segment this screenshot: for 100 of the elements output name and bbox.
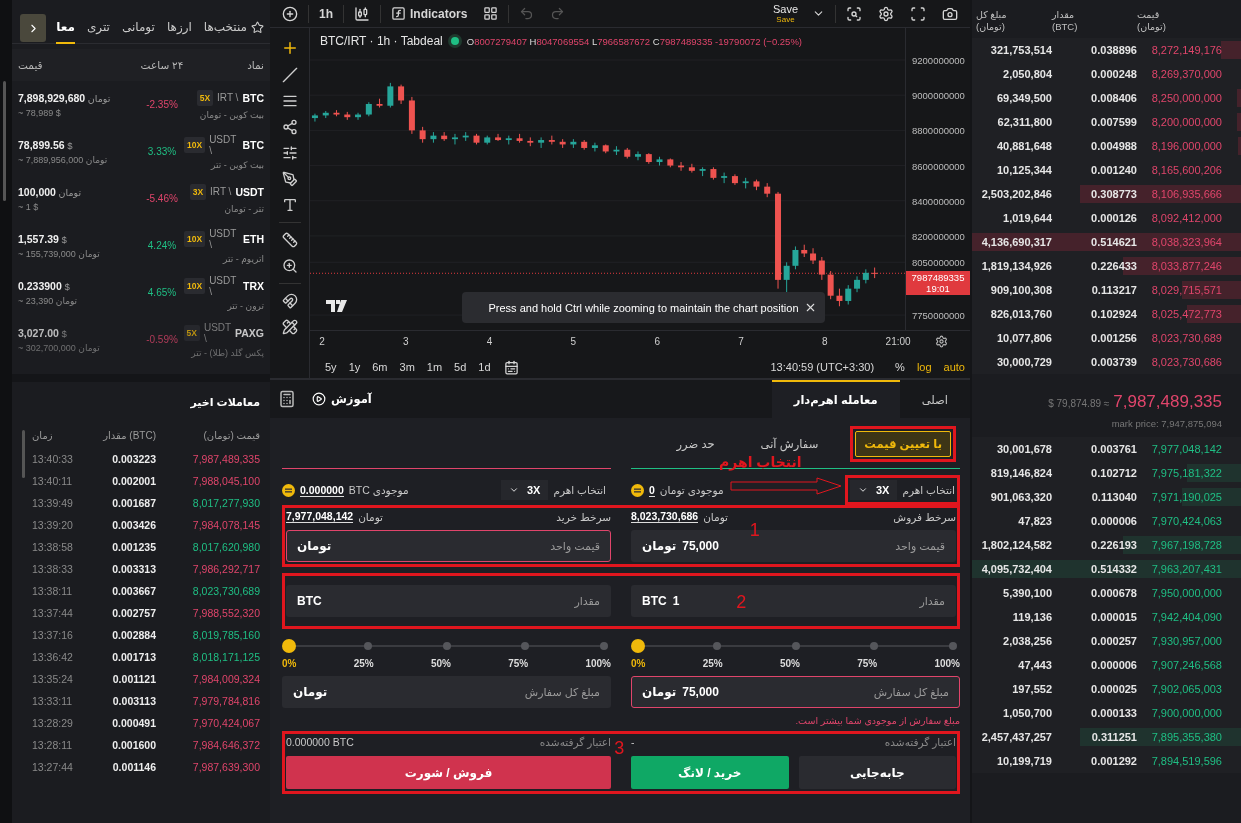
trade-price: 7,988,045,100 <box>191 475 260 487</box>
candle <box>570 138 577 149</box>
trade-mode-tab[interactable]: اصلی <box>899 380 970 418</box>
sell-button[interactable]: فروش / شورت <box>286 756 611 789</box>
total-field[interactable]: مبلغ کل سفارش تومان <box>282 676 611 708</box>
field-label: مبلغ کل سفارش <box>524 685 600 699</box>
order-amount: 0.226193 <box>1090 539 1137 551</box>
slider-step-dot[interactable] <box>521 642 530 650</box>
range-button[interactable]: 1y <box>343 361 366 373</box>
scale-option[interactable]: log <box>911 361 937 373</box>
change-percent: 4.65% <box>146 287 178 298</box>
column-header: قیمت <box>18 59 44 71</box>
play-icon <box>312 392 326 406</box>
candle <box>398 84 405 105</box>
range-button[interactable]: 5y <box>320 361 342 373</box>
unit-label: تومان <box>297 539 332 553</box>
order-amount: 0.000006 <box>1090 515 1137 527</box>
tutorial-button[interactable]: آموزش <box>304 380 380 418</box>
order-amount: 0.113040 <box>1090 491 1137 503</box>
close-icon[interactable] <box>804 301 817 314</box>
order-total: 119,136 <box>1011 611 1052 623</box>
market-price: 1,557.39 $ <box>18 232 67 245</box>
bid-price: 7,895,355,380 <box>1150 731 1222 743</box>
trade-time: 13:27:44 <box>32 761 74 773</box>
bid-price: 7,963,207,431 <box>1150 563 1222 575</box>
slider-step-dot[interactable] <box>442 642 451 650</box>
ask-price: 8,033,877,246 <box>1150 260 1222 272</box>
market-tab[interactable]: منتخب‌ها <box>203 14 264 44</box>
order-total: 47,443 <box>1017 659 1052 671</box>
market-name: پکس گلد (طلا) - تتر <box>191 347 264 358</box>
candle <box>871 267 878 279</box>
slider-thumb[interactable] <box>631 639 645 653</box>
bid-price: 7,900,000,000 <box>1150 707 1222 719</box>
column-unit: (تومان) <box>1137 21 1166 33</box>
trade-time: 13:40:33 <box>32 453 74 465</box>
order-type-tab[interactable]: با تعیین قیمت <box>855 431 951 457</box>
countdown: 19:01 <box>926 283 950 295</box>
order-amount: 0.008406 <box>1090 92 1137 104</box>
credit-value: 0.000000 BTC <box>286 736 354 748</box>
order-amount: 0.308773 <box>1090 188 1137 200</box>
slider-percent-label: 75% <box>857 658 878 669</box>
scale-option[interactable]: % <box>890 361 910 373</box>
slider-step-dot[interactable] <box>870 642 879 650</box>
indicators-button[interactable]: Indicators <box>385 1 474 26</box>
leverage-select[interactable]: 3X <box>501 480 549 500</box>
candle <box>538 136 545 149</box>
trade-mode-tab[interactable]: معامله اهرم‌دار <box>771 380 900 418</box>
slider-thumb[interactable] <box>282 639 296 653</box>
scale-option[interactable]: auto <box>938 361 970 373</box>
range-button[interactable]: 1d <box>473 361 496 373</box>
order-type-tab[interactable]: حد ضرر <box>667 431 724 457</box>
bid-price: 7,942,404,090 <box>1150 611 1222 623</box>
caret-icon <box>509 485 519 495</box>
transfer-button[interactable]: جابه‌جایی <box>798 756 956 789</box>
range-button[interactable]: 5d <box>449 361 472 373</box>
market-name: ترون - تتر <box>227 300 264 311</box>
trade-time: 13:40:11 <box>32 475 74 487</box>
save-button[interactable]: Save Save <box>768 3 802 24</box>
order-total: 30,001,678 <box>995 443 1052 455</box>
leverage-select[interactable]: 3X <box>850 480 898 500</box>
order-total: 1,019,644 <box>1002 212 1052 224</box>
market-tab[interactable]: تتری <box>86 14 110 44</box>
change-percent: -5.46% <box>145 193 179 204</box>
trade-price: 7,986,292,717 <box>191 563 260 575</box>
market-pair: USDT \ <box>203 321 231 344</box>
range-button[interactable]: 1m <box>421 361 448 373</box>
settings-icon[interactable] <box>935 335 948 348</box>
price-field[interactable]: قیمت واحد تومان <box>286 530 611 562</box>
order-total: 5,390,100 <box>1002 587 1052 599</box>
market-name: اتریوم - تتر <box>223 253 264 264</box>
trade-time: 13:37:16 <box>32 629 74 641</box>
trade-price: 8,018,171,125 <box>191 651 260 663</box>
interval-button[interactable]: 1h <box>313 1 339 26</box>
slider-step-dot[interactable] <box>712 642 721 650</box>
scrollbar[interactable] <box>3 81 6 201</box>
save-label: Save <box>772 3 798 15</box>
order-amount: 0.001292 <box>1090 755 1137 767</box>
scrollbar[interactable] <box>22 430 25 478</box>
approx-price: ~ 1 $ <box>18 201 39 212</box>
slider-step-dot[interactable] <box>949 642 957 650</box>
market-tab[interactable]: ارزها <box>166 14 192 44</box>
clock: 13:40:59 (UTC+3:30) <box>770 361 875 373</box>
order-total: 2,457,437,257 <box>980 731 1052 743</box>
slider-step-dot[interactable] <box>791 642 800 650</box>
candle <box>505 135 512 145</box>
field-value: 1 <box>672 594 680 608</box>
axis-label: 8 <box>822 336 828 347</box>
annotation-label: انتخاب اهرم <box>719 454 802 470</box>
range-button[interactable]: 3m <box>394 361 420 373</box>
market-tab[interactable]: معا <box>56 14 75 44</box>
slider-step-dot[interactable] <box>600 642 608 650</box>
market-tab[interactable]: تومانی <box>121 14 155 44</box>
ask-price: 8,200,000,000 <box>1150 116 1222 128</box>
axis-label: 21:00 <box>885 336 911 347</box>
order-type-tab[interactable]: سفارش آنی <box>751 431 828 457</box>
range-button[interactable]: 6m <box>367 361 393 373</box>
slider-step-dot[interactable] <box>363 642 372 650</box>
leverage-badge: 10X <box>184 277 206 294</box>
balance-value: 0.000000 <box>300 483 344 497</box>
column-header: ۲۴ ساعت <box>140 59 184 71</box>
